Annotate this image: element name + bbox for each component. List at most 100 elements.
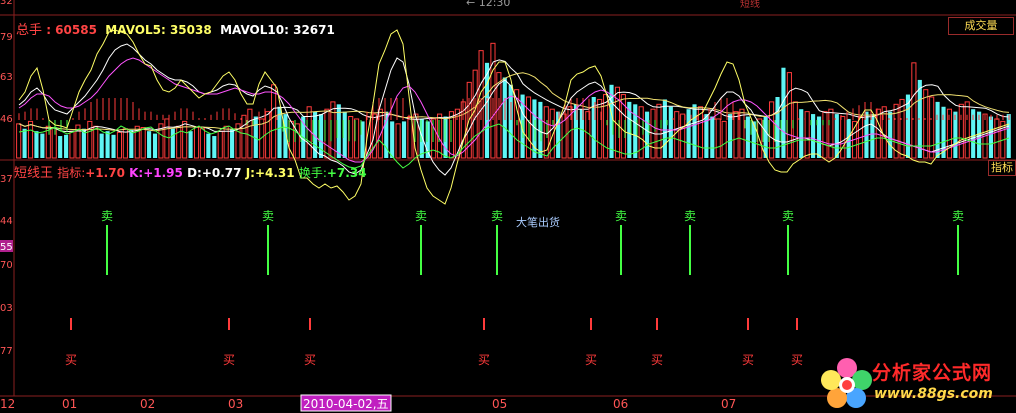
- mavol5-value: 35038: [169, 23, 212, 37]
- k-label: K:: [129, 166, 144, 180]
- mavol10-label: MAVOL10: [220, 23, 285, 37]
- indicator-label: 指标:: [57, 166, 86, 180]
- buy-signal-label: 买: [791, 353, 803, 367]
- volume-indicator-button[interactable]: 成交量: [948, 17, 1014, 35]
- volume-bar: [111, 134, 116, 158]
- indicator-y-tick: 77: [0, 346, 13, 357]
- volume-bar: [419, 118, 424, 158]
- volume-bar: [710, 116, 715, 158]
- volume-bar: [230, 128, 235, 158]
- x-axis-label: 01: [62, 397, 77, 411]
- x-axis-label: 02: [140, 397, 155, 411]
- volume-header: 总手 : 60585 MAVOL5: 35038 MAVOL10: 32671: [16, 23, 335, 38]
- volume-bar: [834, 114, 839, 158]
- volume-bar: [443, 116, 448, 158]
- sell-signal-label: 卖: [615, 209, 627, 223]
- mavol5-label: MAVOL5: [105, 23, 161, 37]
- flower-logo-icon: [821, 358, 872, 408]
- volume-bar: [64, 134, 69, 158]
- volume-bar: [22, 128, 27, 158]
- x-axis-label: 05: [492, 397, 507, 411]
- volume-value: 60585: [55, 23, 97, 37]
- indicator-y-tick: 03: [0, 303, 13, 314]
- turnover-label: 换手:: [298, 166, 327, 180]
- volume-bar: [686, 109, 691, 158]
- sell-signal-label: 卖: [952, 209, 964, 223]
- volume-bar: [668, 106, 673, 158]
- volume-y-tick: 46: [0, 114, 13, 125]
- volume-bar: [129, 129, 134, 158]
- top-time: ← 12:30: [466, 0, 510, 9]
- volume-bar: [40, 133, 45, 158]
- arrow-left-icon: ←: [466, 0, 476, 9]
- x-axis-label: 12: [0, 397, 15, 411]
- j-value: +4.31: [254, 166, 295, 180]
- sell-signal-label: 卖: [684, 209, 696, 223]
- volume-bar: [105, 131, 110, 158]
- turnover-value: +7.34: [326, 166, 367, 180]
- volume-bar: [692, 104, 697, 158]
- buy-signal-label: 买: [65, 353, 77, 367]
- watermark-title: 分析家公式网: [872, 362, 993, 384]
- volume-bar: [34, 131, 39, 158]
- volume-bar: [152, 133, 158, 158]
- indicator-header: 短线王 指标:+1.70 K:+1.95 D:+0.77 J:+4.31 换手:…: [14, 162, 367, 181]
- x-axis-label: 2010-04-02,五: [303, 397, 389, 411]
- buy-signal-label: 买: [585, 353, 597, 367]
- x-axis-label: 07: [721, 397, 736, 411]
- volume-bar: [538, 101, 543, 158]
- x-axis-label: 06: [613, 397, 628, 411]
- sell-signal-label: 卖: [262, 209, 274, 223]
- indicator-y-tick: 55: [0, 242, 13, 253]
- volume-bar: [811, 114, 816, 158]
- j-label: J:: [245, 166, 255, 180]
- volume-bar: [206, 133, 211, 158]
- sell-signal-label: 卖: [491, 209, 503, 223]
- volume-bar: [799, 109, 804, 158]
- volume-bar: [390, 121, 395, 158]
- volume-bar: [662, 99, 667, 158]
- sell-signal-label: 卖: [415, 209, 427, 223]
- volume-title: 总手: [16, 23, 43, 38]
- volume-bar: [645, 111, 650, 158]
- k-value: +1.95: [143, 166, 183, 180]
- volume-bar: [1006, 114, 1011, 158]
- volume-bar: [212, 136, 217, 158]
- mavol10-value: 32671: [293, 23, 335, 37]
- volume-bar: [58, 136, 63, 158]
- x-axis-label: 03: [228, 397, 243, 411]
- buy-signal-label: 买: [651, 353, 663, 367]
- volume-bar: [870, 114, 875, 158]
- volume-bar: [99, 133, 104, 158]
- volume-bar: [170, 128, 175, 158]
- indicator-y-tick: 70: [0, 260, 13, 271]
- top-time-label: 12:30: [478, 0, 511, 9]
- volume-bar: [745, 116, 750, 158]
- volume-bar: [846, 118, 851, 158]
- volume-y-tick: 63: [0, 72, 13, 83]
- volume-bar: [147, 131, 152, 158]
- volume-y-tick: 32: [0, 0, 13, 7]
- volume-y-tick: 79: [0, 32, 13, 43]
- buy-signal-label: 买: [223, 353, 235, 367]
- d-label: D:: [187, 166, 202, 180]
- volume-bar: [401, 121, 407, 158]
- top-right-mark: 短线: [740, 0, 760, 10]
- watermark: 分析家公式网 www.88gs.com: [820, 352, 1016, 413]
- d-value: +0.77: [201, 166, 242, 180]
- indicator-y-tick: 37: [0, 174, 13, 185]
- buy-signal-label: 买: [478, 353, 490, 367]
- sell-signal-label: 卖: [101, 209, 113, 223]
- watermark-url: www.88gs.com: [874, 386, 993, 402]
- volume-bar: [188, 131, 193, 158]
- annotation-label: 大笔出货: [516, 216, 560, 229]
- sell-signal-label: 卖: [782, 209, 794, 223]
- indicator-value: +1.70: [85, 166, 125, 180]
- volume-bar: [988, 116, 994, 158]
- indicator-title: 短线王: [14, 166, 54, 181]
- buy-signal-label: 买: [742, 353, 754, 367]
- volume-bar: [816, 116, 822, 158]
- volume-bar: [318, 114, 324, 158]
- indicator-button[interactable]: 指标: [988, 160, 1016, 176]
- buy-signal-label: 买: [304, 353, 316, 367]
